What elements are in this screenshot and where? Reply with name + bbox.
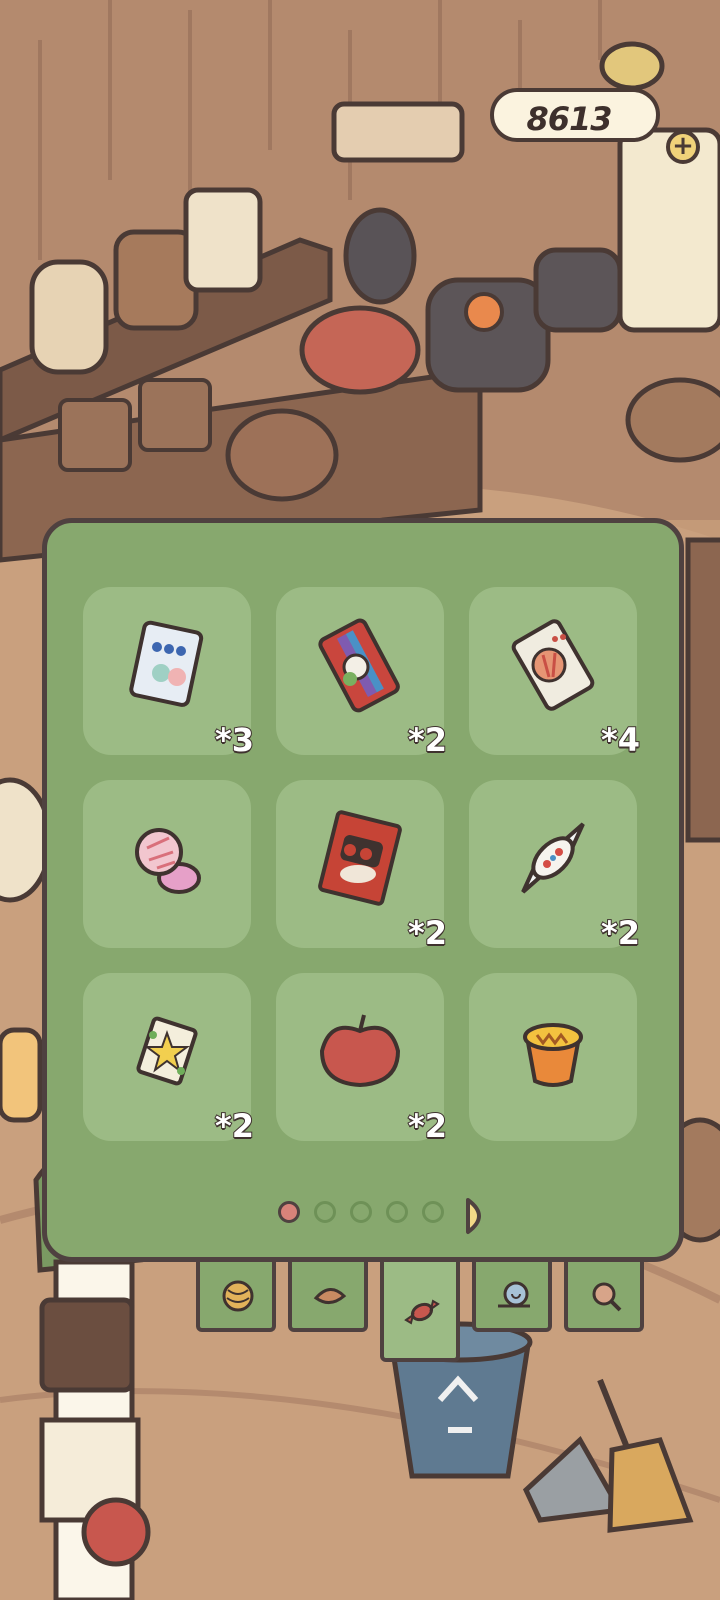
inventory-slot-pudding-cup[interactable] — [469, 973, 637, 1141]
rainbow-chips-icon — [318, 618, 400, 713]
magnifier-icon — [592, 1282, 622, 1312]
star-candy-icon — [136, 1016, 198, 1086]
pacifier-candy-icon — [135, 828, 201, 894]
next-page-arrow-icon[interactable] — [464, 1196, 492, 1236]
tab-snail[interactable] — [472, 1262, 552, 1332]
item-count: *2 — [214, 1106, 255, 1146]
inventory-slot-pacifier-lollipop[interactable] — [83, 780, 251, 948]
item-count: *2 — [600, 913, 641, 953]
page-dot-5[interactable] — [422, 1201, 444, 1223]
snail-icon — [498, 1281, 530, 1308]
page-dot-1[interactable] — [278, 1201, 300, 1223]
snack-bag-icon — [318, 810, 402, 906]
currency-display: 8613 — [490, 88, 660, 142]
yarn-ball-icon — [222, 1280, 254, 1312]
item-count: *2 — [407, 913, 448, 953]
pudding-icon — [523, 1023, 583, 1087]
gummy-pack-icon — [129, 620, 204, 707]
page-dot-4[interactable] — [386, 1201, 408, 1223]
inventory-panel: *3 *2 *4 *2 *2 *2 *2 — [42, 518, 684, 1262]
page-indicator — [278, 1196, 508, 1234]
candy-icon — [404, 1299, 440, 1325]
item-count: *2 — [407, 1106, 448, 1146]
wrapped-candy-icon — [521, 822, 585, 894]
melon-candy-icon — [511, 619, 595, 711]
tab-leaf[interactable] — [288, 1262, 368, 1332]
tab-yarn[interactable] — [196, 1262, 276, 1332]
add-currency-button[interactable]: + — [666, 130, 700, 164]
item-count: *4 — [600, 720, 641, 760]
page-dot-3[interactable] — [350, 1201, 372, 1223]
page-dot-2[interactable] — [314, 1201, 336, 1223]
leaf-icon — [313, 1288, 347, 1304]
apple-icon — [319, 1014, 401, 1088]
item-count: *2 — [407, 720, 448, 760]
tab-search[interactable] — [564, 1262, 644, 1332]
item-count: *3 — [214, 720, 255, 760]
currency-amount: 8613 — [526, 100, 612, 138]
tab-candy[interactable] — [380, 1262, 460, 1362]
